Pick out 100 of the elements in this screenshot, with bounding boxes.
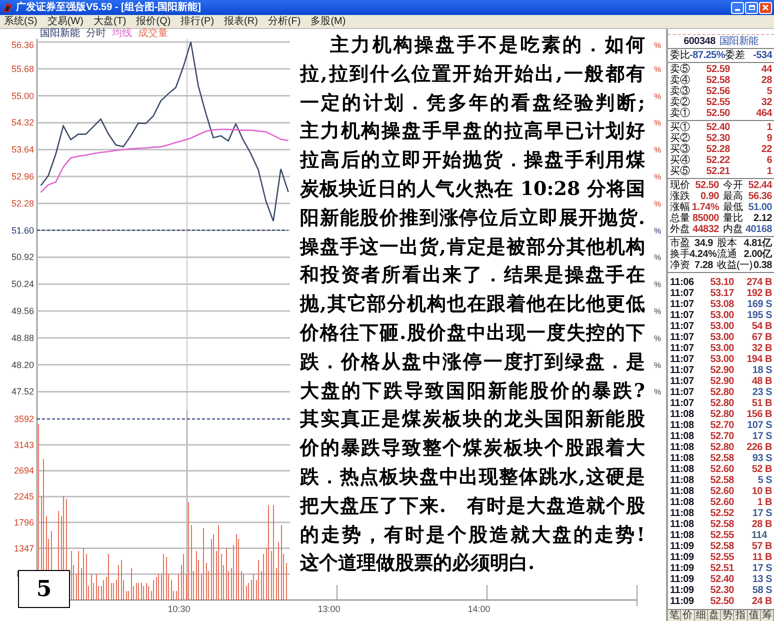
- order-price: 52.21: [705, 166, 730, 177]
- trade-price: 53.00: [709, 354, 734, 365]
- stat-value: 56.36: [748, 191, 772, 202]
- panel-tab[interactable]: 筹: [760, 610, 774, 621]
- order-price: 52.59: [705, 64, 730, 75]
- order-volume: 6: [766, 155, 772, 166]
- stat-label: 流通: [717, 249, 736, 260]
- trade-volume: 18 S: [751, 365, 772, 376]
- percent-label: %: [654, 118, 662, 128]
- order-price: 52.22: [705, 155, 730, 166]
- menu-item[interactable]: 交易(W): [47, 16, 84, 26]
- axis-label: 52.96: [11, 172, 34, 182]
- trade-volume: 23 S: [751, 387, 772, 398]
- ratio-value: -87.25%: [690, 50, 725, 61]
- menu-item[interactable]: 多股(M): [310, 16, 346, 26]
- menu-item[interactable]: 排行(P): [180, 16, 214, 26]
- trade-price: 53.17: [709, 288, 734, 299]
- percent-label: %: [654, 334, 662, 343]
- axis-label: 47.52: [11, 386, 34, 397]
- page-number: 5: [18, 570, 70, 608]
- panel-tab[interactable]: 笔: [668, 610, 682, 621]
- axis-label: 48.88: [11, 332, 34, 343]
- trade-price: 52.30: [709, 585, 734, 596]
- trade-time: 11:07: [670, 288, 695, 299]
- stat-value: 7.28: [694, 260, 713, 271]
- trade-volume: 10 B: [750, 486, 772, 497]
- time-label: 13:00: [318, 604, 340, 614]
- axis-label: 2694: [14, 466, 34, 476]
- stat-value: 85000: [692, 213, 719, 224]
- trade-time: 11:09: [670, 585, 695, 596]
- trade-volume: 156 B: [746, 409, 772, 420]
- panel-tab[interactable]: 盘: [708, 610, 721, 621]
- stat-label: 股本: [717, 238, 736, 249]
- trade-price: 52.80: [709, 398, 734, 409]
- panel-tab[interactable]: 指: [734, 610, 748, 621]
- trade-price: 52.60: [709, 464, 734, 475]
- trade-price: 52.55: [709, 530, 734, 541]
- stat-value: 52.50: [695, 180, 719, 191]
- percent-label: %: [654, 92, 662, 101]
- legend-label: 成交量: [138, 29, 168, 39]
- chart-title: 国阳新能: [40, 29, 80, 39]
- trade-price: 52.90: [709, 376, 734, 387]
- trade-price: 53.08: [709, 299, 734, 310]
- stat-value: 44832: [692, 224, 719, 235]
- trade-volume: 54 B: [750, 321, 772, 332]
- order-level-label: 买①: [670, 122, 691, 133]
- trade-volume: 114: [750, 530, 768, 541]
- trade-volume: 93 S: [751, 453, 772, 464]
- trade-time: 11:08: [670, 420, 695, 431]
- panel-tab[interactable]: 细: [694, 610, 708, 621]
- stat-label: 收益(一): [717, 260, 752, 271]
- panel-tab[interactable]: 价: [681, 610, 694, 621]
- trade-time: 11:08: [670, 519, 695, 530]
- trade-price: 53.10: [709, 277, 734, 288]
- trade-volume: 107 S: [746, 420, 772, 431]
- menu-item[interactable]: 分析(F): [268, 16, 301, 26]
- axis-label: 1796: [14, 517, 34, 528]
- panel-tab[interactable]: 势: [721, 610, 734, 621]
- trade-time: 11:06: [670, 277, 695, 288]
- trade-volume: 274 B: [746, 277, 772, 288]
- close-button[interactable]: [759, 2, 772, 14]
- maximize-button[interactable]: [745, 2, 758, 14]
- stat-label: 市盈: [670, 238, 690, 249]
- trade-time: 11:07: [670, 387, 695, 398]
- axis-label: 53.64: [11, 144, 34, 155]
- order-price: 52.58: [705, 75, 730, 86]
- stat-label: 今开: [723, 180, 742, 191]
- trade-time: 11:07: [670, 343, 695, 354]
- trade-volume: 5 S: [756, 475, 772, 486]
- trade-volume: 48 B: [750, 376, 772, 387]
- trade-volume: 67 B: [750, 332, 772, 343]
- stat-label: 内盘: [723, 224, 742, 235]
- trade-time: 11:08: [670, 475, 695, 486]
- menu-item[interactable]: 大盘(T): [93, 16, 126, 26]
- order-volume: 32: [760, 97, 772, 108]
- stat-value: 51.00: [748, 202, 772, 213]
- percent-label: %: [654, 253, 662, 262]
- trade-time: 11:08: [670, 453, 695, 464]
- order-volume: 464: [755, 108, 772, 119]
- stat-value: 4.24%: [690, 249, 717, 260]
- ratio-label: 委比: [670, 50, 690, 61]
- trade-volume: 57 B: [750, 541, 772, 552]
- stat-value: 40168: [745, 224, 772, 235]
- menu-item[interactable]: 系统(S): [4, 16, 38, 26]
- trade-time: 11:07: [670, 321, 695, 332]
- order-volume: 1: [766, 166, 772, 177]
- menu-item[interactable]: 报价(Q): [136, 16, 171, 26]
- panel-tab[interactable]: 值: [748, 610, 761, 621]
- trade-time: 11:08: [670, 486, 695, 497]
- order-level-label: 买②: [670, 133, 691, 144]
- trade-volume: 17 S: [751, 508, 772, 519]
- order-price: 52.28: [705, 144, 730, 155]
- order-volume: 1: [766, 122, 772, 133]
- trade-price: 52.58: [709, 519, 734, 530]
- legend-label: 分时: [86, 29, 106, 39]
- trade-volume: 51 B: [750, 398, 772, 409]
- order-volume: 5: [766, 86, 772, 97]
- minimize-button[interactable]: [731, 2, 744, 14]
- trade-time: 11:08: [670, 464, 695, 475]
- menu-item[interactable]: 报表(R): [224, 16, 258, 26]
